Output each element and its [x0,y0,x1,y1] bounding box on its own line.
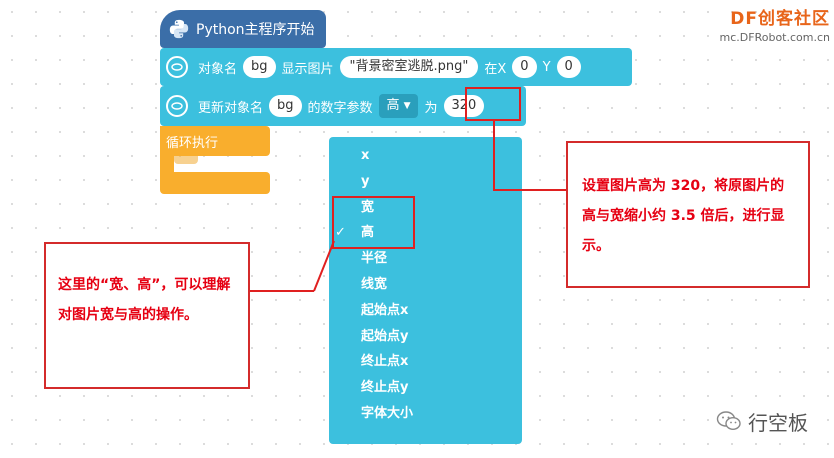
python-logo-icon [169,19,189,39]
watermark-text: 行空板 [748,410,808,435]
width-height-highlight-box [332,196,415,249]
watermark: 行空板 [716,406,808,436]
wechat-icon [716,411,741,431]
loop-block-notch [174,156,198,164]
numeric-param-label: 的数字参数 [307,100,373,116]
menu-item-radius[interactable]: 半径 [329,246,522,272]
menu-item-end-y[interactable]: 终止点y [329,375,522,401]
menu-item-line-width[interactable]: 线宽 [329,272,522,298]
y-input[interactable]: 0 [556,56,581,78]
menu-item-start-y[interactable]: 起始点y [329,324,522,350]
menu-item-end-x[interactable]: 终止点x [329,349,522,375]
note-right: 设置图片高为 320，将原图片的高与宽缩小约 3.5 倍后，进行显示。 [566,141,810,288]
loop-block-arm [160,154,174,174]
ring-icon [166,56,188,78]
connector-line [493,189,566,191]
value-highlight-box [465,87,521,121]
loop-label: 循环执行 [166,136,219,151]
object-name-label: 对象名 [198,61,238,77]
ring-icon [166,95,188,117]
show-image-block[interactable]: 对象名 bg 显示图片 "背景密室逃脱.png" 在X 0 Y 0 [160,48,632,86]
connector-diagonal [313,240,335,292]
loop-block-bottom [160,172,270,194]
to-label: 为 [424,100,438,116]
param-dropdown[interactable]: 高 ▼ [378,94,419,118]
logo-site: mc.DFRobot.com.cn [719,31,830,44]
y-label: Y [542,59,551,75]
param-dropdown-value: 高 [386,98,400,113]
note-left: 这里的“宽、高”，可以理解对图片宽与高的操作。 [44,242,250,389]
connector-line [493,121,495,191]
update-object-label: 更新对象名 [198,100,264,116]
dfrobot-logo: DF创客社区 mc.DFRobot.com.cn [712,4,830,44]
menu-item-start-x[interactable]: 起始点x [329,298,522,324]
object-name-input[interactable]: bg [243,56,276,78]
x-input[interactable]: 0 [512,56,537,78]
update-object-input[interactable]: bg [269,95,302,117]
show-image-label: 显示图片 [281,61,334,77]
loop-block[interactable]: 循环执行 [160,126,270,156]
python-start-label: Python主程序开始 [196,22,315,38]
caret-down-icon: ▼ [403,101,411,111]
python-start-block[interactable]: Python主程序开始 [160,10,326,48]
x-label: 在X [484,61,507,77]
menu-item-font-size[interactable]: 字体大小 [329,401,522,427]
image-file-input[interactable]: "背景密室逃脱.png" [339,56,479,78]
logo-brand: DF创客社区 [730,9,830,29]
